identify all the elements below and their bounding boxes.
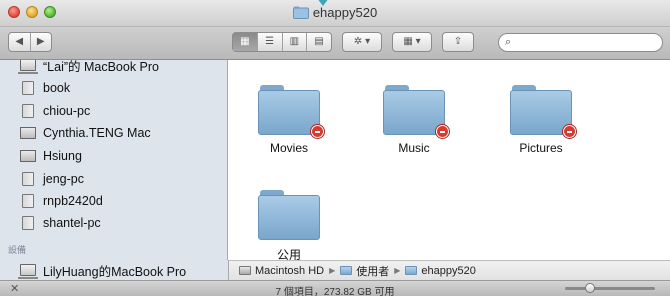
sidebar-section-header: 設備 [8, 245, 27, 255]
sidebar-item-label: Hsiung [43, 149, 82, 163]
arrange-menu-button[interactable]: ▦ ▾ [392, 32, 432, 52]
action-menu-button[interactable]: ✲ ▾ [342, 32, 382, 52]
folder-label: Pictures [519, 141, 563, 155]
laptop-icon [18, 60, 38, 74]
tower-icon [22, 216, 34, 230]
tower-icon [22, 81, 34, 95]
folder-item-movies[interactable]: Movies [249, 85, 329, 155]
icon-size-slider[interactable] [565, 283, 655, 293]
folder-item-music[interactable]: Music [374, 85, 454, 155]
no-access-icon [436, 125, 449, 138]
folder-label: Music [398, 141, 430, 155]
nav-buttons: ◀ ▶ [8, 32, 52, 52]
path-separator-icon: ▶ [394, 266, 401, 275]
share-button[interactable]: ⇪ [442, 32, 474, 52]
window-title: ehappy520 [0, 5, 670, 20]
folder-icon [340, 266, 353, 275]
display-icon [20, 127, 36, 139]
folder-icon [258, 190, 320, 240]
window-title-text: ehappy520 [312, 5, 378, 20]
folder-icon [258, 85, 324, 138]
folder-icon [292, 6, 309, 19]
coverflow-view-button[interactable]: ▤ [306, 33, 331, 51]
tower-icon [22, 194, 34, 208]
folder-item-public[interactable]: 公用 [249, 190, 329, 263]
search-input[interactable] [517, 35, 657, 50]
folder-icon [510, 85, 576, 138]
path-item-ehappy520[interactable]: ehappy520 [405, 264, 476, 277]
sidebar-item-label: Cynthia.TENG Mac [43, 126, 151, 140]
search-icon: ⌕ [505, 36, 512, 48]
sidebar-item-chiou-pc[interactable]: chiou-pc [20, 101, 90, 121]
sidebar-item-label: chiou-pc [43, 104, 91, 118]
sidebar-item-label: jeng-pc [43, 172, 84, 186]
sidebar-item-lai-macbook[interactable]: “Lai”的 MacBook Pro [18, 60, 160, 75]
sidebar-item-shantel-pc[interactable]: shantel-pc [20, 213, 101, 233]
path-item-users[interactable]: 使用者 [340, 263, 389, 279]
sidebar-item-jeng-pc[interactable]: jeng-pc [20, 169, 84, 189]
sidebar-item-label: “Lai”的 MacBook Pro [43, 60, 160, 74]
path-label: ehappy520 [421, 264, 476, 277]
sidebar: “Lai”的 MacBook Pro book chiou-pc Cynthia… [0, 60, 228, 260]
path-label: Macintosh HD [255, 264, 325, 277]
sidebar-item-label: book [43, 81, 71, 95]
back-button[interactable]: ◀ [9, 33, 30, 51]
sidebar-item-label: rnpb2420d [43, 194, 103, 208]
folder-icon [383, 85, 449, 138]
hard-drive-icon [239, 266, 251, 275]
search-field[interactable]: ⌕ [498, 33, 663, 52]
tower-icon [22, 172, 34, 186]
sidebar-item-book[interactable]: book [20, 78, 70, 98]
view-switcher: ▦ ☰ ▥ ▤ [232, 32, 332, 52]
no-access-icon [311, 125, 324, 138]
file-browser: Movies Music Pictures 公用 [229, 60, 670, 263]
sidebar-item-lilyhuang-macbook[interactable]: LilyHuang的MacBook Pro [18, 260, 187, 280]
column-view-button[interactable]: ▥ [281, 33, 307, 51]
forward-button[interactable]: ▶ [29, 33, 52, 51]
status-bar: ✕ 7 個項目，273.82 GB 可用 [0, 280, 670, 296]
path-bar: Macintosh HD ▶ 使用者 ▶ ehappy520 [229, 260, 670, 280]
title-bar: ehappy520 [0, 0, 670, 27]
folder-label: Movies [269, 141, 308, 155]
toolbar: ◀ ▶ ▦ ☰ ▥ ▤ ✲ ▾ ▦ ▾ ⇪ ⌕ [0, 27, 670, 60]
sidebar-item-label: LilyHuang的MacBook Pro [43, 264, 187, 279]
slider-knob[interactable] [585, 283, 595, 293]
display-icon [20, 150, 36, 162]
sidebar-bottom: LilyHuang的MacBook Pro [0, 260, 229, 280]
sidebar-item-rnpb2420d[interactable]: rnpb2420d [20, 191, 103, 211]
tower-icon [22, 104, 34, 118]
folder-item-pictures[interactable]: Pictures [501, 85, 581, 155]
no-access-icon [563, 125, 576, 138]
sidebar-item-hsiung[interactable]: Hsiung [20, 146, 82, 166]
path-label: 使用者 [356, 265, 390, 278]
pointer-arrow [317, 0, 329, 6]
sidebar-item-label: shantel-pc [43, 216, 101, 230]
icon-view-button[interactable]: ▦ [233, 33, 257, 51]
path-separator-icon: ▶ [329, 266, 336, 275]
path-item-macintosh-hd[interactable]: Macintosh HD [239, 265, 324, 277]
folder-icon [405, 266, 418, 275]
sidebar-item-cynthia-teng-mac[interactable]: Cynthia.TENG Mac [20, 123, 151, 143]
laptop-icon [18, 264, 38, 279]
list-view-button[interactable]: ☰ [256, 33, 282, 51]
